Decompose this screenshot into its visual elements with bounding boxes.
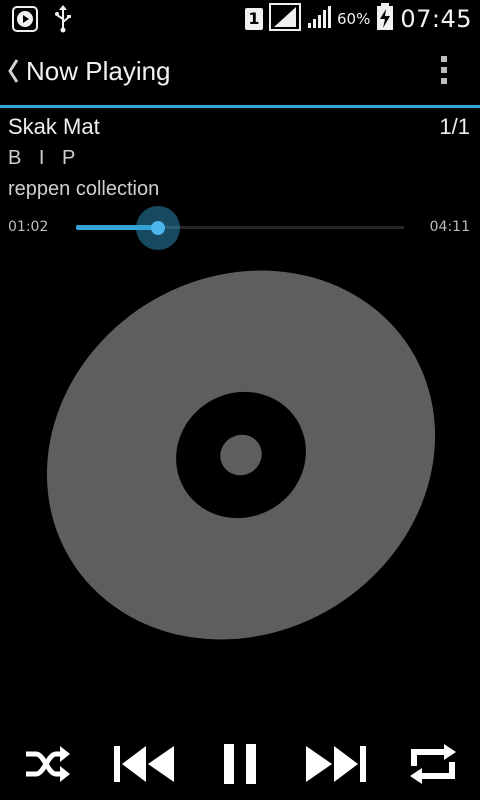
action-bar: Now Playing bbox=[0, 38, 480, 106]
sim-slot-badge: 1 bbox=[244, 8, 263, 30]
track-index: 1/1 bbox=[439, 114, 470, 139]
shuffle-icon[interactable] bbox=[24, 742, 72, 790]
previous-icon[interactable] bbox=[112, 742, 176, 790]
status-bar: 1 60% 07:45 bbox=[0, 0, 480, 38]
playback-controls bbox=[0, 730, 480, 800]
play-store-icon bbox=[12, 6, 38, 36]
overflow-menu-icon[interactable] bbox=[438, 56, 450, 88]
seek-bar-thumb[interactable] bbox=[136, 206, 180, 250]
battery-charging-icon bbox=[376, 3, 394, 35]
track-album: reppen collection bbox=[8, 178, 160, 200]
time-total: 04:11 bbox=[429, 219, 470, 235]
signal-icon bbox=[307, 5, 331, 33]
pause-icon[interactable] bbox=[222, 742, 258, 790]
chevron-left-icon[interactable] bbox=[6, 58, 20, 88]
disc-icon bbox=[46, 270, 436, 640]
next-icon[interactable] bbox=[304, 742, 368, 790]
status-time: 07:45 bbox=[400, 5, 472, 33]
track-title: Skak Mat bbox=[8, 114, 100, 139]
battery-percent: 60% bbox=[336, 10, 371, 28]
time-elapsed: 01:02 bbox=[8, 219, 49, 235]
usb-icon bbox=[54, 5, 72, 37]
sim-signal-icon bbox=[268, 3, 301, 35]
repeat-icon[interactable] bbox=[406, 742, 460, 790]
action-bar-divider bbox=[0, 105, 480, 108]
album-art bbox=[45, 260, 437, 650]
track-artist: B I P bbox=[8, 147, 82, 169]
page-title[interactable]: Now Playing bbox=[26, 56, 171, 87]
